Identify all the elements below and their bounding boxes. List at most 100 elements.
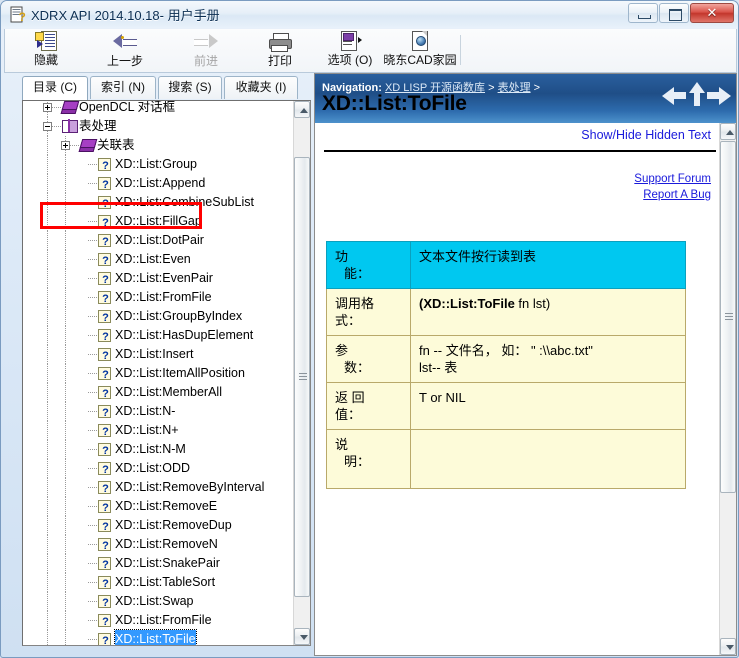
toolbar-button-hide[interactable]: 隐藏 [18,30,74,71]
tree-guide-line [88,373,97,374]
tree-item-label: XD::List:N-M [115,442,186,456]
tree-item[interactable]: XD::List:TableSort [23,573,293,594]
cell-key-params: 参 数： [326,335,411,383]
tree-item[interactable]: XD::List:SnakePair [23,554,293,575]
toolbar-button-print[interactable]: 打印 [252,30,308,71]
tree-guide-line [88,487,97,488]
tree-guide-line [47,364,48,383]
tree-guide-line [47,326,48,345]
tree-item[interactable]: XD::List:RemoveByInterval [23,478,293,499]
nav-forward-arrow[interactable] [707,86,731,106]
tree-item[interactable]: XD::List:RemoveE [23,497,293,518]
tree-item-selected[interactable]: XD::List:ToFile [23,629,293,645]
tree-item[interactable]: XD::List:MemberAll [23,383,293,404]
tree-guide-line [88,411,97,412]
tree-item[interactable]: XD::List:N-M [23,440,293,461]
tree-guide-line [88,620,97,621]
tree-item[interactable]: XD::List:FillGap [23,212,293,233]
scroll-thumb[interactable] [720,141,736,493]
tree-guide-line [65,421,66,440]
tree-guide-line [88,639,97,640]
title-bar: ? XDRX API 2014.10.18- 用户手册 ✕ [1,1,738,28]
help-topic-icon [98,233,112,252]
tab-contents[interactable]: 目录 (C) [22,76,88,100]
tree-guide-line [65,516,66,535]
contents-tree[interactable]: OpenDCL 对话框表处理关联表XD::List:GroupXD::List:… [22,100,311,646]
tree-item-label: XD::List:Group [115,157,197,171]
nav-up-arrow[interactable] [688,82,705,106]
tree-item[interactable]: 关联表 [23,136,293,155]
tree-item[interactable]: XD::List:N+ [23,421,293,442]
tree-item[interactable]: XD::List:Append [23,174,293,195]
tree-item[interactable]: XD::List:ODD [23,459,293,480]
scroll-down-button[interactable] [720,638,736,655]
tree-scrollbar[interactable] [293,101,310,645]
tree-item-label: XD::List:CombineSubList [115,195,254,209]
tree-item[interactable]: XD::List:N- [23,402,293,423]
toolbar-button-back[interactable]: 上一步 [90,30,160,71]
tree-item-label: XD::List:GroupByIndex [115,309,243,323]
tree-guide-line [47,231,48,250]
cell-value-params: fn -- 文件名， 如： " :\\abc.txt" lst-- 表 [410,335,686,383]
tree-guide-line [88,392,97,393]
tree-guide-line [47,402,48,421]
tree-item[interactable]: XD::List:RemoveDup [23,516,293,537]
tree-item[interactable]: XD::List:Even [23,250,293,271]
tab-favorites[interactable]: 收藏夹 (I) [224,76,298,99]
scroll-up-button[interactable] [720,123,736,140]
maximize-button[interactable] [659,3,689,23]
tree-item[interactable]: XD::List:FromFile [23,288,293,309]
nav-back-arrow[interactable] [662,86,686,106]
tree-item[interactable]: OpenDCL 对话框 [23,101,293,117]
support-link-group: Support Forum Report A Bug [634,173,711,205]
scroll-thumb[interactable] [294,157,310,597]
tree-expand-icon[interactable] [61,141,70,150]
toolbar-button-cad-home[interactable]: 晓东CAD家园 [375,30,465,71]
help-topic-icon [98,423,112,442]
tree-item[interactable]: XD::List:Group [23,155,293,176]
tab-index[interactable]: 索引 (N) [90,76,156,99]
breadcrumb-separator: > [488,82,495,94]
syntax-call: (XD::List:ToFile [419,296,515,311]
tree-item[interactable]: 表处理 [23,117,293,136]
report-bug-link[interactable]: Report A Bug [634,189,711,201]
tree-item[interactable]: XD::List:Swap [23,592,293,613]
tree-item[interactable]: XD::List:CombineSubList [23,193,293,214]
tree-item[interactable]: XD::List:RemoveN [23,535,293,556]
scroll-down-button[interactable] [294,628,310,645]
document-scrollbar[interactable] [719,123,736,655]
cell-key-remark: 说 明： [326,429,411,489]
breadcrumb-link-parent[interactable]: 表处理 [498,82,531,94]
minimize-button[interactable] [628,3,658,23]
support-forum-link[interactable]: Support Forum [634,173,711,185]
tree-guide-line [88,183,97,184]
cell-value-remark [410,429,686,489]
tree-item[interactable]: XD::List:HasDupElement [23,326,293,347]
tree-expand-icon[interactable] [43,103,52,112]
content-pane: Navigation: XD LISP 开源函数库 > 表处理 > XD::Li… [314,73,737,656]
tree-guide-line [88,582,97,583]
tree-item[interactable]: XD::List:ItemAllPosition [23,364,293,385]
tree-item[interactable]: XD::List:DotPair [23,231,293,252]
tree-item[interactable]: XD::List:Insert [23,345,293,366]
tree-guide-line [88,164,97,165]
tree-guide-line [47,288,48,307]
tree-guide-line [88,544,97,545]
tree-collapse-icon[interactable] [43,122,52,131]
tree-item[interactable]: XD::List:GroupByIndex [23,307,293,328]
tree-guide-line [65,440,66,459]
function-spec-table: 功 能： 文本文件按行读到表 调用格 式： (XD::List:ToFile f… [326,241,686,489]
help-topic-icon [98,385,112,404]
toolbar-button-forward[interactable]: 前进 [175,30,237,71]
scroll-up-button[interactable] [294,101,310,118]
show-hide-hidden-text-link[interactable]: Show/Hide Hidden Text [581,128,711,142]
help-topic-icon [98,461,112,480]
tree-guide-line [65,402,66,421]
tree-item[interactable]: XD::List:FromFile [23,611,293,632]
tree-guide-line [65,326,66,345]
tree-item[interactable]: XD::List:EvenPair [23,269,293,290]
tree-item-label: XD::List:RemoveE [115,499,218,513]
tree-guide-line [88,601,97,602]
close-button[interactable]: ✕ [690,3,734,23]
tab-search[interactable]: 搜索 (S) [158,76,222,99]
